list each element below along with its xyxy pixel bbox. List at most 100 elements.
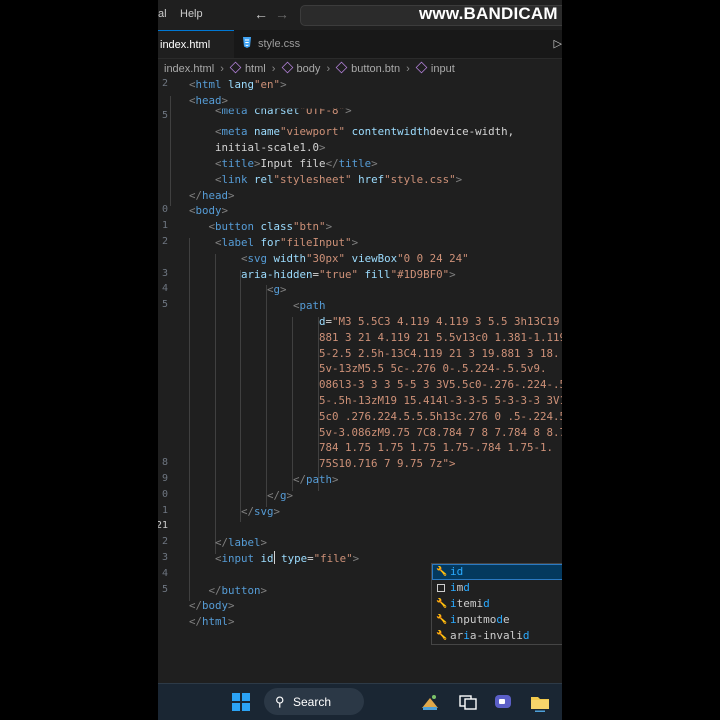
line-number: 3 xyxy=(161,267,168,279)
menu-item-help[interactable]: Help xyxy=(180,8,203,20)
code-line[interactable]: d="M3 5.5C3 4.119 4.119 3 5.5 3h13C19. xyxy=(319,314,562,330)
suggestion-item[interactable]: 🔧 itemid xyxy=(432,596,562,612)
line-number: 2 xyxy=(161,536,168,548)
code-line[interactable]: </button> xyxy=(209,583,268,599)
text-cursor xyxy=(273,551,275,564)
code-line[interactable]: <label for"fileInput"> xyxy=(215,235,358,251)
indent-guide xyxy=(240,269,241,523)
property-wrench-icon: 🔧 xyxy=(436,631,448,641)
code-line[interactable]: 5-2.5 2.5h-13C4.119 21 3 19.881 3 18. xyxy=(319,346,560,362)
line-number: 1 xyxy=(161,504,168,516)
code-line[interactable]: <meta name"viewport" contentwidthdevice-… xyxy=(215,124,514,140)
indent-guide xyxy=(170,95,171,207)
autocomplete-suggest-widget[interactable]: 🔧idimdimport🔧itemid🔧inputmode🔧aria-inval… xyxy=(431,563,562,645)
breadcrumb-label: body xyxy=(296,63,321,75)
windows-start-icon[interactable] xyxy=(232,693,250,711)
suggestion-item[interactable]: 🔧 aria-invalid xyxy=(432,628,562,644)
code-line[interactable]: </body> xyxy=(189,598,235,614)
title-bar: al Help ← → www.BANDICAM xyxy=(158,0,562,30)
breadcrumb-item-button[interactable]: button.btn xyxy=(335,59,401,79)
code-line[interactable]: 5-.5h-13zM19 15.414l-3-3-5 5-3-3-3 3V1 xyxy=(319,393,562,409)
file-explorer-icon[interactable] xyxy=(530,692,550,712)
line-number: 9 xyxy=(161,473,168,484)
line-number: 4 xyxy=(161,567,168,579)
taskbar-search-label: Search xyxy=(293,695,332,709)
line-number: 2 xyxy=(161,78,168,89)
code-line[interactable]: </head> xyxy=(189,188,235,204)
breadcrumb-item-input[interactable]: input xyxy=(415,59,455,79)
code-line[interactable]: <svg width"30px" viewBox"0 0 24 24" xyxy=(241,251,469,267)
line-number: 5 xyxy=(161,109,168,121)
recording-watermark: www.BANDICAM xyxy=(419,4,558,23)
line-number: 5 xyxy=(161,299,168,311)
code-line[interactable]: 5c0 .276.224.5.5.5h13c.276 0 .5-.224.5 xyxy=(319,409,562,425)
breadcrumb: index.html › html › body › button.btn › … xyxy=(158,59,562,79)
code-line[interactable]: <html lang"en"> xyxy=(189,77,287,93)
chevron-right-icon: › xyxy=(406,63,410,75)
property-wrench-icon: 🔧 xyxy=(436,599,448,609)
breadcrumb-item-body[interactable]: body xyxy=(281,59,321,79)
run-icon[interactable]: ▷ xyxy=(554,37,562,50)
tab-style-css[interactable]: style.css xyxy=(242,30,322,58)
suggestion-item[interactable]: 🔧 id xyxy=(432,564,562,580)
code-line[interactable]: 784 1.75 1.75 1.75 1.75-.784 1.75-1. xyxy=(319,440,553,456)
code-line[interactable]: <head> xyxy=(189,93,228,109)
chat-icon[interactable] xyxy=(493,692,513,712)
indent-guide xyxy=(266,285,267,507)
back-arrow-icon[interactable]: ← xyxy=(254,6,268,22)
line-number: 2 xyxy=(161,236,168,247)
breadcrumb-label: input xyxy=(430,63,455,75)
breadcrumb-label: html xyxy=(244,63,266,75)
breadcrumb-label: button.btn xyxy=(351,63,401,75)
chevron-right-icon: › xyxy=(220,63,224,75)
code-line[interactable]: </svg> xyxy=(241,504,280,520)
line-number: 0 xyxy=(161,204,168,216)
code-line[interactable]: 5v-3.086zM9.75 7C8.784 7 8 7.784 8 8.7 xyxy=(319,425,562,441)
code-line[interactable]: <meta charset"UTF-8"> xyxy=(215,109,352,119)
snippet-icon xyxy=(437,584,445,592)
breadcrumb-item-html[interactable]: html xyxy=(229,59,266,79)
element-icon xyxy=(281,61,293,74)
widgets-icon[interactable] xyxy=(420,692,440,712)
menu-item-terminal[interactable]: al xyxy=(158,8,167,20)
code-line[interactable]: aria-hidden="true" fill"#1D9BF0"> xyxy=(241,267,456,283)
search-icon: ⚲ xyxy=(275,694,285,709)
property-wrench-icon: 🔧 xyxy=(436,615,448,625)
code-line[interactable]: <link rel"stylesheet" href"style.css"> xyxy=(215,172,462,188)
code-line[interactable]: 086l3-3 3 3 5-5 3 3V5.5c0-.276-.224-.5 xyxy=(319,377,562,393)
code-line[interactable]: <path xyxy=(293,298,326,314)
element-icon xyxy=(415,61,428,74)
taskbar-search-box[interactable]: ⚲ Search xyxy=(264,688,364,715)
vscode-window: al Help ← → www.BANDICAM index.html styl… xyxy=(158,0,562,720)
code-line[interactable]: <body> xyxy=(189,203,228,219)
code-line[interactable]: </label> xyxy=(215,535,267,551)
code-line[interactable]: <title>Input file</title> xyxy=(215,156,378,172)
tab-index-html[interactable]: index.html xyxy=(158,30,234,58)
breadcrumb-item-file[interactable]: index.html xyxy=(164,59,214,79)
line-number: 21 xyxy=(158,520,169,532)
element-icon xyxy=(229,61,242,74)
code-line[interactable]: 5v-13zM5.5 5c-.276 0-.5.224-.5.5v9. xyxy=(319,361,547,377)
code-line[interactable]: initial-scale1.0> xyxy=(215,140,326,156)
css-file-icon xyxy=(243,37,251,48)
code-line[interactable]: <input id type="file"> xyxy=(215,551,359,567)
property-wrench-icon: 🔧 xyxy=(436,567,448,577)
code-line[interactable]: 881 3 21 4.119 21 5.5v13c0 1.381-1.119 xyxy=(319,330,562,346)
windows-taskbar: ⚲ Search xyxy=(158,683,562,720)
suggestion-label: aria-invalid xyxy=(450,629,530,642)
suggestion-item[interactable]: imdimport xyxy=(432,580,562,596)
code-line[interactable]: 75S10.716 7 9.75 7z"> xyxy=(319,456,456,472)
suggestion-item[interactable]: 🔧 inputmode xyxy=(432,612,562,628)
tab-label: style.css xyxy=(258,38,301,50)
code-line[interactable]: <g> xyxy=(267,282,287,298)
line-number: 1 xyxy=(161,220,168,232)
task-view-icon[interactable] xyxy=(458,692,478,712)
code-line[interactable]: </html> xyxy=(189,614,235,630)
code-line[interactable]: </g> xyxy=(267,488,293,504)
suggestion-label: inputmode xyxy=(450,613,510,626)
suggestion-label: id xyxy=(450,565,464,578)
indent-guide xyxy=(292,317,293,491)
code-line[interactable]: </path> xyxy=(293,472,339,488)
code-line[interactable]: <button class"btn"> xyxy=(209,219,333,235)
forward-arrow-icon[interactable]: → xyxy=(275,6,289,22)
